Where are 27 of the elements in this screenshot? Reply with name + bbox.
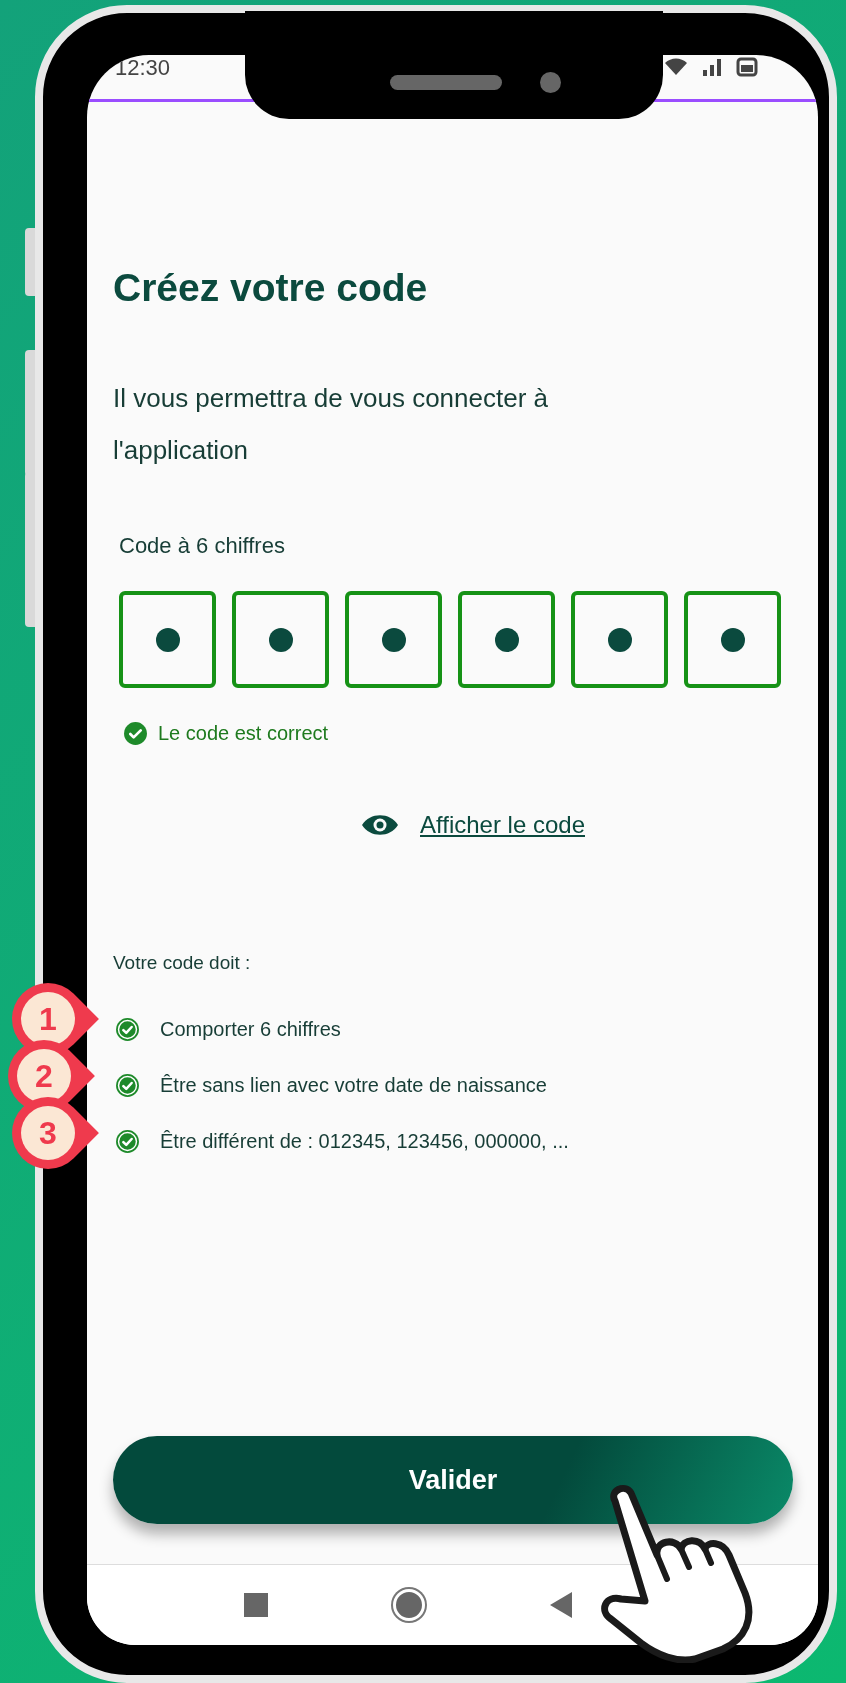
back-triangle-icon[interactable]: [549, 1592, 572, 1618]
description-text: Il vous permettra de vous connecter à l'application: [113, 382, 549, 467]
code-digit-field[interactable]: [684, 591, 781, 688]
code-digit-field[interactable]: [119, 591, 216, 688]
page-title: Créez votre code: [113, 265, 429, 311]
wifi-icon: [664, 57, 688, 77]
camera-icon: [540, 72, 561, 93]
check-circle-icon: [123, 720, 148, 746]
code-digit-field[interactable]: [345, 591, 442, 688]
validation-message: Le code est correct: [158, 721, 329, 746]
show-code-link[interactable]: Afficher le code: [420, 810, 585, 840]
field-label: Code à 6 chiffres: [119, 532, 286, 560]
requirement-text: Comporter 6 chiffres: [160, 1017, 341, 1042]
speaker-icon: [390, 75, 502, 90]
recents-square-icon[interactable]: [243, 1593, 268, 1617]
battery-icon: [736, 57, 758, 77]
rules-heading: Votre code doit :: [113, 951, 252, 975]
requirement-text: Être sans lien avec votre date de naissance: [160, 1073, 547, 1098]
home-circle-icon[interactable]: [392, 1589, 425, 1621]
eye-icon: [360, 812, 400, 838]
requirement-text: Être différent de : 012345, 123456, 000000, ...: [160, 1129, 569, 1154]
validate-button[interactable]: Valider: [113, 1436, 793, 1524]
clock-time: 12:30: [115, 55, 171, 81]
signal-icon: [702, 57, 722, 77]
code-digit-field[interactable]: [571, 591, 668, 688]
code-digit-field[interactable]: [458, 591, 555, 688]
code-digit-field[interactable]: [232, 591, 329, 688]
